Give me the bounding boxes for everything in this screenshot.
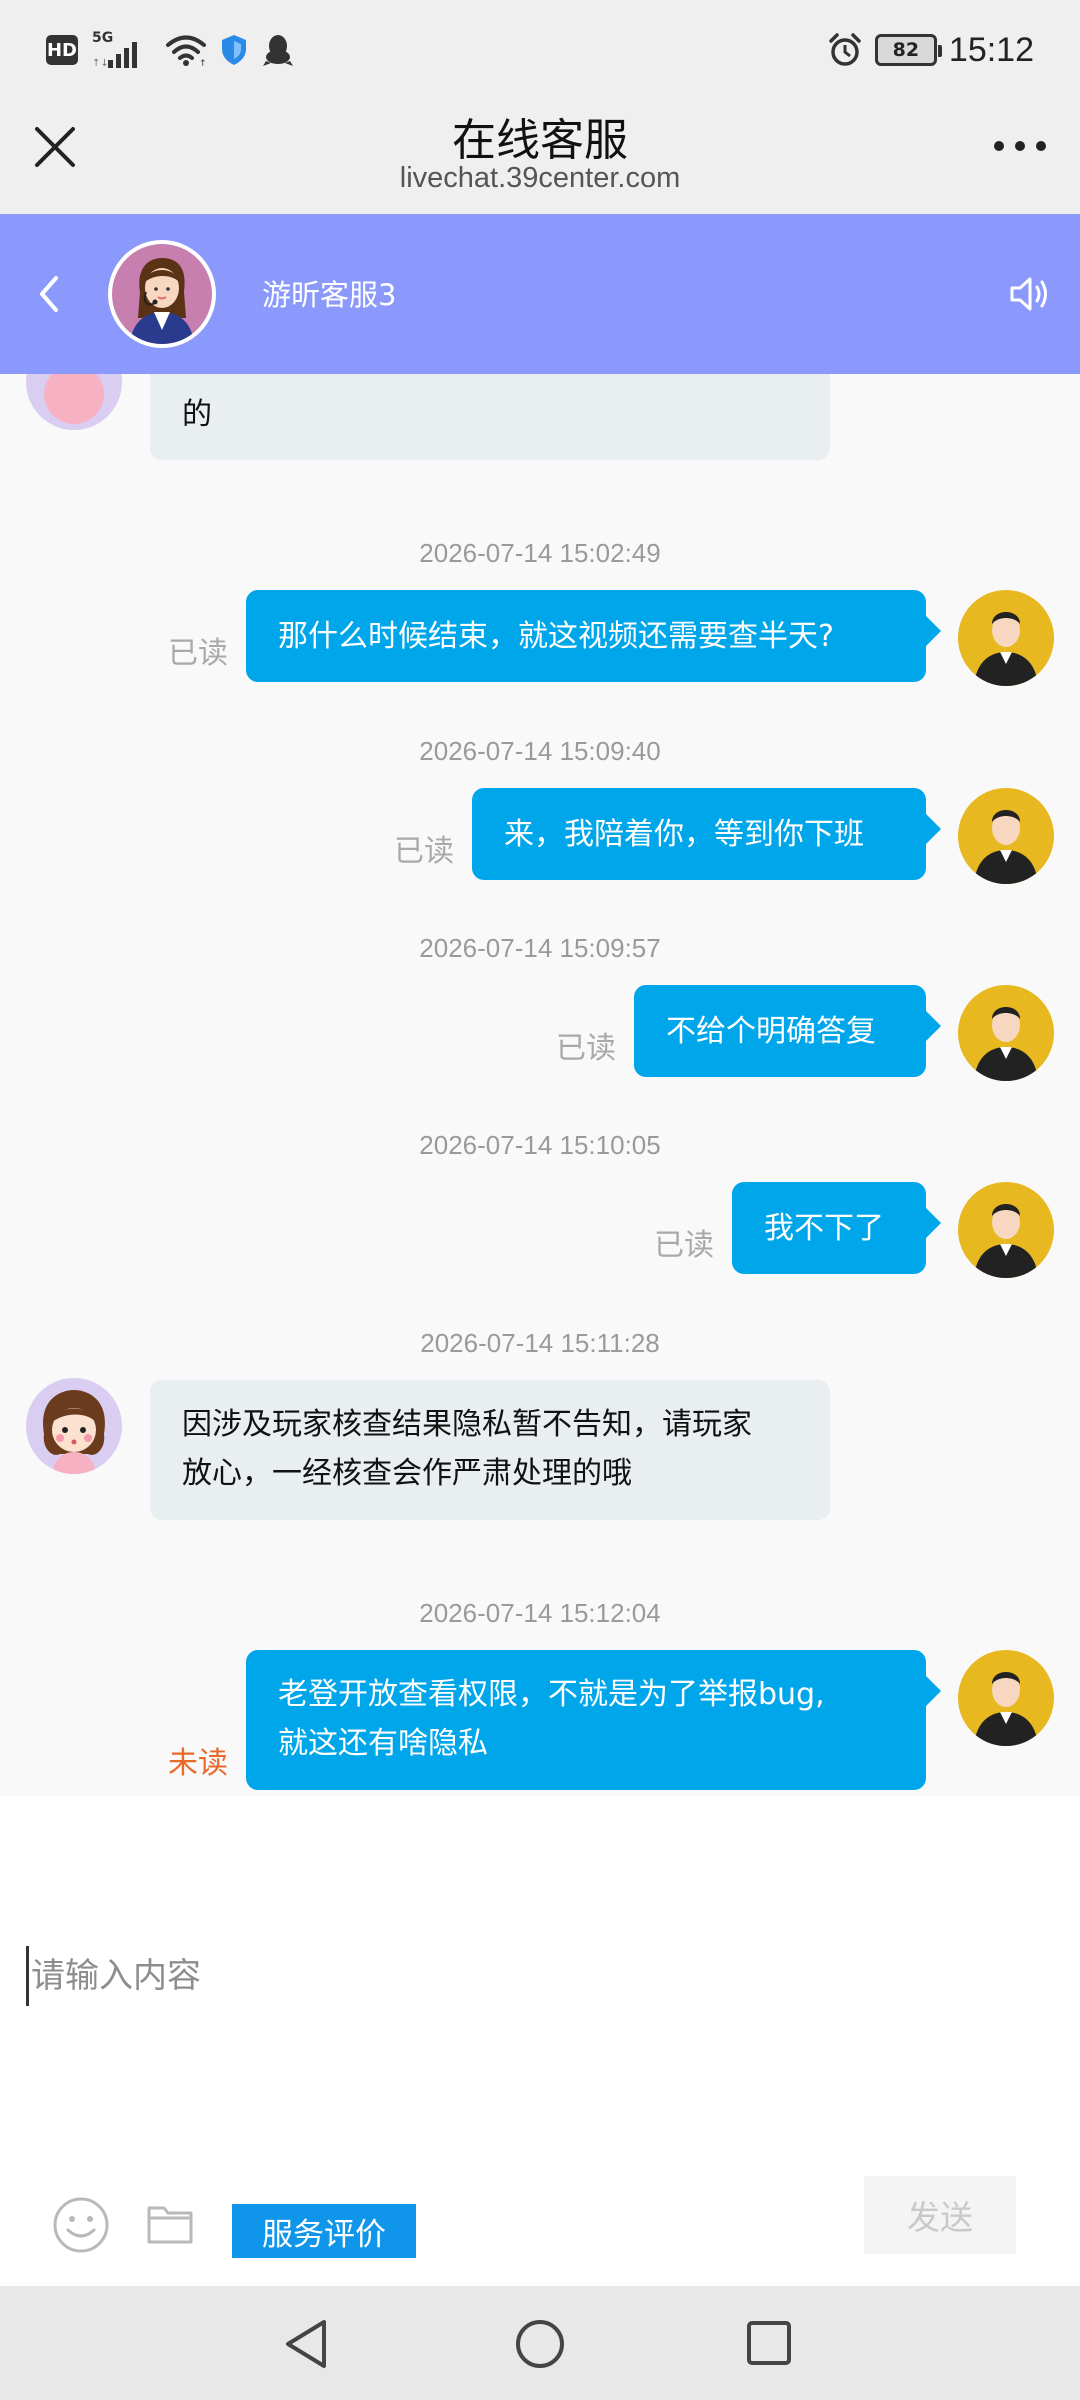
alarm-icon xyxy=(829,33,861,66)
read-status: 已读 xyxy=(654,1228,714,1263)
chat-header: 游昕客服3 xyxy=(0,214,1080,374)
user-avatar xyxy=(958,788,1054,884)
chat-messages[interactable]: 的 2026-07-14 15:02:49 已读 那什么时候结束，就这视频还需要… xyxy=(0,374,1080,1796)
message-timestamp: 2026-07-14 15:12:04 xyxy=(419,1598,661,1628)
message-timestamp: 2026-07-14 15:10:05 xyxy=(419,1130,661,1160)
read-status: 已读 xyxy=(556,1031,616,1066)
agent-avatar[interactable] xyxy=(108,240,216,348)
more-button[interactable] xyxy=(988,136,1052,156)
read-status: 已读 xyxy=(394,834,454,869)
speaker-icon[interactable] xyxy=(1008,274,1052,314)
shield-icon xyxy=(222,35,246,65)
message-timestamp: 2026-07-14 15:11:28 xyxy=(420,1328,660,1358)
status-icons-right: 82 15:12 xyxy=(827,28,1034,72)
message-text-line: 放心，一经核查会作严肃处理的哦 xyxy=(182,1456,632,1491)
user-avatar xyxy=(958,1650,1054,1746)
status-icons-left: HD 5G ↑↓ ↑↓ xyxy=(46,30,294,70)
agent-message-avatar xyxy=(26,374,122,430)
qq-icon xyxy=(263,35,293,66)
message-bubble-outgoing[interactable]: 不给个明确答复 xyxy=(634,985,941,1077)
page-title: 在线客服 xyxy=(452,115,628,166)
status-bar: HD 5G ↑↓ ↑↓ 82 15:12 xyxy=(0,0,1080,96)
message-bubble-outgoing[interactable]: 来，我陪着你，等到你下班 xyxy=(472,788,941,880)
message-text-line: 就这还有啥隐私 xyxy=(278,1726,488,1761)
message-bubble-outgoing[interactable]: 那什么时候结束，就这视频还需要查半天? xyxy=(246,590,941,682)
composer: 服务评价 发送 xyxy=(0,1796,1080,2286)
message-text: 不给个明确答复 xyxy=(666,1013,876,1049)
message-timestamp: 2026-07-14 15:09:57 xyxy=(419,933,661,963)
status-time: 15:12 xyxy=(948,30,1034,69)
rate-service-button[interactable]: 服务评价 xyxy=(232,2204,416,2258)
agent-avatar-icon xyxy=(130,258,194,344)
emoji-icon[interactable] xyxy=(52,2196,110,2254)
message-text-line: 老登开放查看权限，不就是为了举报bug, xyxy=(278,1677,825,1712)
svg-text:↑↓: ↑↓ xyxy=(199,59,206,66)
battery-icon: 82 xyxy=(874,34,942,66)
message-bubble-outgoing[interactable]: 老登开放查看权限，不就是为了举报bug, 就这还有啥隐私 xyxy=(246,1650,941,1790)
send-button[interactable]: 发送 xyxy=(864,2176,1016,2254)
wifi-icon: ↑↓ xyxy=(166,35,206,66)
page-url: livechat.39center.com xyxy=(399,162,681,194)
agent-name: 游昕客服3 xyxy=(262,278,397,312)
message-text: 来，我陪着你，等到你下班 xyxy=(504,816,864,852)
message-bubble-outgoing[interactable]: 我不下了 xyxy=(732,1182,941,1274)
message-text: 我不下了 xyxy=(764,1210,884,1246)
back-icon[interactable] xyxy=(30,272,70,316)
unread-status: 未读 xyxy=(168,1746,228,1781)
data-arrows-icon: ↑↓ xyxy=(92,58,109,69)
hd-badge: HD xyxy=(46,35,78,65)
message-timestamp: 2026-07-14 15:09:40 xyxy=(419,736,661,766)
signal-icon: 5G ↑↓ xyxy=(92,30,152,70)
user-avatar xyxy=(958,985,1054,1081)
folder-icon[interactable] xyxy=(146,2202,194,2246)
user-avatar xyxy=(958,1182,1054,1278)
message-timestamp: 2026-07-14 15:02:49 xyxy=(419,538,661,568)
title-bar: 在线客服 livechat.39center.com xyxy=(0,96,1080,214)
nav-back-icon[interactable] xyxy=(282,2318,332,2370)
message-text-line: 因涉及玩家核查结果隐私暂不告知，请玩家 xyxy=(182,1407,752,1442)
more-icon xyxy=(994,141,1004,151)
message-bubble-incoming[interactable]: 的 xyxy=(150,374,830,460)
system-nav-bar xyxy=(0,2286,1080,2400)
message-text: 的 xyxy=(182,397,212,432)
message-bubble-incoming[interactable]: 因涉及玩家核查结果隐私暂不告知，请玩家 放心，一经核查会作严肃处理的哦 xyxy=(150,1380,830,1520)
agent-message-avatar xyxy=(26,1378,122,1474)
read-status: 已读 xyxy=(168,636,228,671)
nav-recents-icon[interactable] xyxy=(746,2320,792,2366)
message-text: 那什么时候结束，就这视频还需要查半天? xyxy=(278,618,834,654)
message-input[interactable] xyxy=(26,1946,1056,2006)
user-avatar xyxy=(958,590,1054,686)
nav-home-icon[interactable] xyxy=(514,2318,566,2370)
